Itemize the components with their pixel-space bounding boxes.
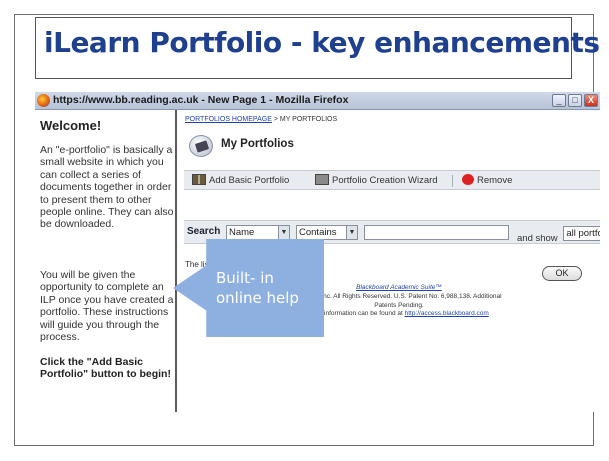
sidebar-heading: Welcome! bbox=[40, 118, 102, 133]
maximize-button[interactable]: □ bbox=[568, 94, 582, 107]
breadcrumb-separator: > bbox=[271, 116, 280, 123]
show-label: and show bbox=[517, 233, 558, 244]
help-sidebar: Welcome! An "e-portfolio" is basically a… bbox=[35, 110, 177, 412]
chevron-down-icon: ▼ bbox=[278, 226, 289, 239]
portfolio-wizard-button[interactable]: Portfolio Creation Wizard bbox=[315, 174, 438, 186]
show-filter: and show all portfoli bbox=[517, 226, 600, 244]
slide-title: iLearn Portfolio - key enhancements bbox=[44, 26, 600, 59]
add-basic-portfolio-button[interactable]: Add Basic Portfolio bbox=[192, 174, 289, 186]
portfolio-icon bbox=[189, 135, 213, 157]
search-field-select[interactable]: Name ▼ bbox=[226, 225, 290, 240]
chevron-down-icon: ▼ bbox=[346, 226, 357, 239]
ok-button[interactable]: OK bbox=[542, 266, 582, 281]
remove-button[interactable]: Remove bbox=[462, 174, 512, 186]
footer-accessibility-link[interactable]: http://access.blackboard.com bbox=[405, 310, 489, 317]
show-value: all portfoli bbox=[566, 228, 600, 239]
remove-label: Remove bbox=[477, 175, 513, 186]
toolbar-divider bbox=[452, 175, 453, 187]
search-field-value: Name bbox=[229, 227, 255, 238]
search-operator-value: Contains bbox=[299, 227, 337, 238]
book-icon bbox=[192, 174, 206, 185]
sidebar-paragraph-ilp: You will be given the opportunity to com… bbox=[40, 269, 174, 344]
slide-title-box: iLearn Portfolio - key enhancements bbox=[35, 17, 600, 79]
browser-titlebar: https://www.bb.reading.ac.uk - New Page … bbox=[35, 92, 600, 110]
callout-text: Built- in online help bbox=[216, 268, 299, 308]
sidebar-paragraph-intro: An "e-portfolio" is basically a small we… bbox=[40, 144, 174, 231]
search-operator-select[interactable]: Contains ▼ bbox=[296, 225, 358, 240]
callout-line-2: online help bbox=[216, 289, 299, 307]
search-input[interactable] bbox=[364, 225, 509, 240]
breadcrumb: PORTFOLIOS HOMEPAGE > MY PORTFOLIOS bbox=[185, 116, 337, 123]
remove-icon bbox=[462, 174, 474, 185]
show-select[interactable]: all portfoli bbox=[563, 226, 600, 241]
window-title: https://www.bb.reading.ac.uk - New Page … bbox=[53, 94, 349, 106]
sidebar-paragraph-cta: Click the "Add Basic Portfolio" button t… bbox=[40, 356, 171, 381]
wizard-icon bbox=[315, 174, 329, 185]
add-basic-portfolio-label: Add Basic Portfolio bbox=[209, 175, 290, 186]
callout-line-1: Built- in bbox=[216, 269, 274, 287]
close-button[interactable]: X bbox=[584, 94, 598, 107]
breadcrumb-link-portfolios-home[interactable]: PORTFOLIOS HOMEPAGE bbox=[185, 116, 272, 123]
action-toolbar: Add Basic Portfolio Portfolio Creation W… bbox=[184, 170, 600, 190]
portfolio-wizard-label: Portfolio Creation Wizard bbox=[332, 175, 438, 186]
page-title: My Portfolios bbox=[221, 138, 294, 150]
breadcrumb-current: MY PORTFOLIOS bbox=[279, 116, 338, 123]
firefox-icon bbox=[37, 94, 50, 107]
search-label: Search bbox=[187, 226, 221, 237]
minimize-button[interactable]: _ bbox=[552, 94, 566, 107]
